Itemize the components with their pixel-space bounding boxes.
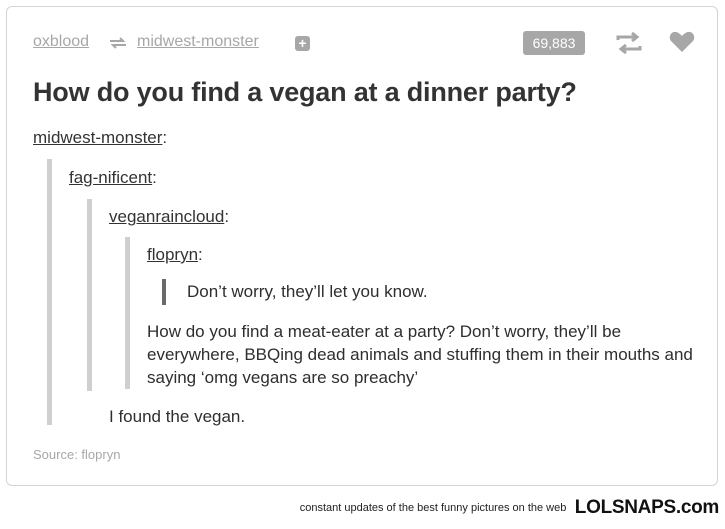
poster-link[interactable]: oxblood xyxy=(33,33,89,51)
site-logo: LOLSNAPS.com xyxy=(574,497,720,518)
thread-user-4: flopryn: xyxy=(147,245,203,264)
flopryn-reply: How do you find a meat-eater at a party?… xyxy=(147,322,693,387)
follow-plus-icon[interactable]: + xyxy=(295,36,310,51)
heart-icon[interactable] xyxy=(669,31,695,53)
user-link[interactable]: flopryn xyxy=(147,245,198,264)
post-title: How do you find a vegan at a dinner part… xyxy=(33,77,577,107)
quoted-text: Don’t worry, they’ll let you know. xyxy=(187,282,428,301)
thread-user-2: fag-nificent: xyxy=(69,168,157,187)
quote-bar xyxy=(125,237,130,389)
reblogged-from-link[interactable]: midwest-monster xyxy=(137,33,259,51)
reblog-icon xyxy=(110,37,126,49)
user-link[interactable]: fag-nificent xyxy=(69,168,152,187)
quote-bar xyxy=(87,199,92,391)
user-link[interactable]: midwest-monster xyxy=(33,128,162,147)
footer-tagline: constant updates of the best funny pictu… xyxy=(299,502,567,514)
watermark-footer: constant updates of the best funny pictu… xyxy=(299,497,720,519)
source-link[interactable]: Source: flopryn xyxy=(33,447,120,462)
user-link[interactable]: veganraincloud xyxy=(109,207,224,226)
post-card: oxblood midwest-monster + 69,883 How do … xyxy=(6,6,718,486)
post-header: oxblood midwest-monster + 69,883 xyxy=(33,31,697,55)
blockquote-bar xyxy=(162,279,166,305)
thread-user-3: veganraincloud: xyxy=(109,207,230,226)
notes-count-badge[interactable]: 69,883 xyxy=(523,31,585,55)
quote-bar xyxy=(47,159,52,425)
reblog-icon[interactable] xyxy=(615,32,643,54)
thread-user-1: midwest-monster: xyxy=(33,128,168,147)
veganraincloud-reply: I found the vegan. xyxy=(109,407,246,426)
